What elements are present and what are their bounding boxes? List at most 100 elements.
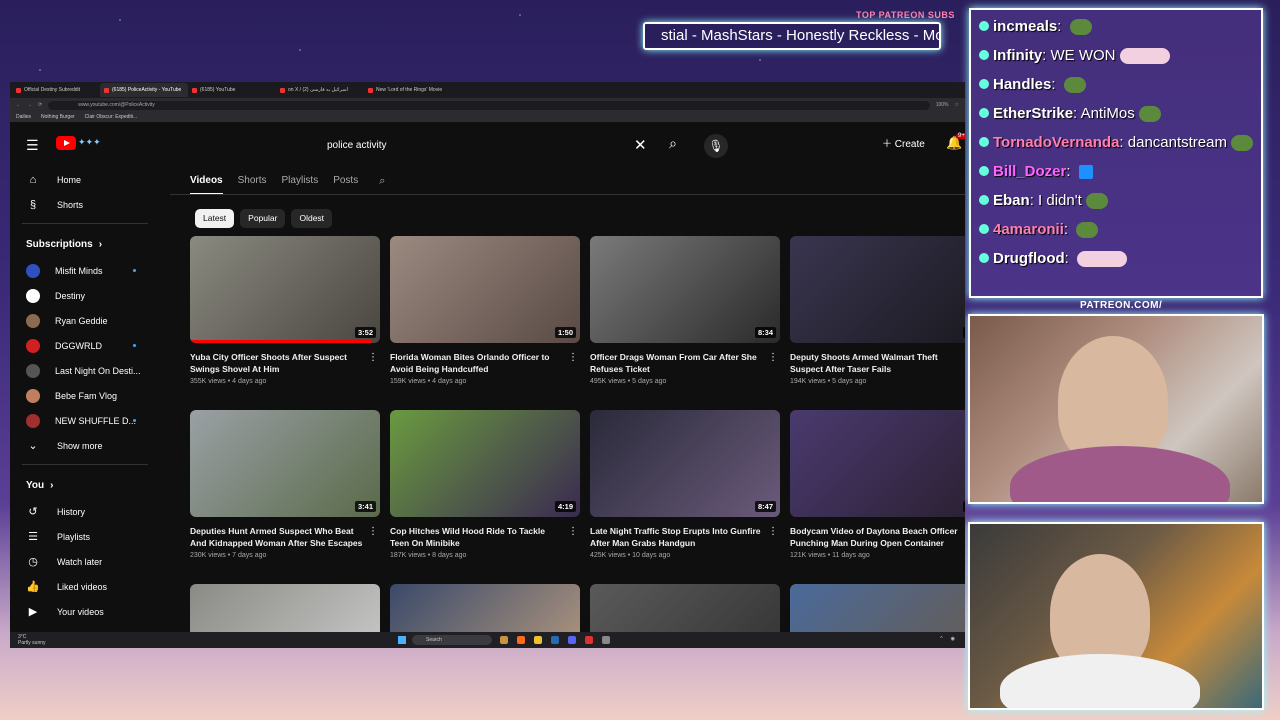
sidebar-item-you[interactable]: ◷ Watch later bbox=[10, 549, 160, 574]
video-title[interactable]: Officer Drags Woman From Car After She R… bbox=[590, 351, 766, 375]
sidebar-subscription[interactable]: DGGWRLD bbox=[10, 333, 160, 358]
video-thumbnail[interactable]: 1:50 bbox=[390, 236, 580, 343]
browser-tab[interactable]: Official Destiny Subreddit bbox=[12, 83, 100, 97]
more-options-icon[interactable]: ⋮ bbox=[768, 526, 778, 537]
tray-chevron-icon[interactable]: ^ bbox=[940, 636, 942, 642]
video-title[interactable]: Cop Hitches Wild Hood Ride To Tackle Tee… bbox=[390, 525, 566, 549]
more-options-icon[interactable]: ⋮ bbox=[368, 526, 378, 537]
video-title[interactable]: Deputy Shoots Armed Walmart Theft Suspec… bbox=[790, 351, 965, 375]
microphone-icon[interactable]: 🎙 bbox=[704, 134, 728, 158]
menu-icon[interactable]: ☰ bbox=[26, 137, 39, 154]
sidebar-subscription[interactable]: Last Night On Desti... bbox=[10, 358, 160, 383]
taskbar-search[interactable]: Search bbox=[412, 635, 492, 645]
network-icon[interactable]: ◉ bbox=[951, 636, 955, 642]
chip-oldest[interactable]: Oldest bbox=[291, 209, 333, 228]
sidebar-item-you[interactable]: ▶ Your videos bbox=[10, 599, 160, 624]
sidebar-item-home[interactable]: ⌂ Home bbox=[10, 167, 160, 192]
video-title[interactable]: Late Night Traffic Stop Erupts Into Gunf… bbox=[590, 525, 766, 549]
tab-playlists[interactable]: Playlists bbox=[282, 175, 319, 195]
video-thumbnail[interactable]: 4:19 bbox=[390, 410, 580, 517]
show-more-button[interactable]: ⌄ Show more bbox=[10, 433, 160, 458]
search-box[interactable]: police activity ✕ bbox=[318, 134, 658, 158]
video-title[interactable]: Yuba City Officer Shoots After Suspect S… bbox=[190, 351, 366, 375]
chat-separator: : bbox=[1063, 221, 1073, 238]
create-button[interactable]: ＋ Create bbox=[882, 135, 925, 155]
sidebar-subscription[interactable]: Misfit Minds bbox=[10, 258, 160, 283]
more-options-icon[interactable]: ⋮ bbox=[368, 352, 378, 363]
obs-icon[interactable] bbox=[585, 636, 593, 644]
video-title[interactable]: Bodycam Video of Daytona Beach Officer P… bbox=[790, 525, 965, 549]
channel-search-icon[interactable]: ⌕ bbox=[379, 175, 385, 195]
video-title[interactable]: Florida Woman Bites Orlando Officer to A… bbox=[390, 351, 566, 375]
search-icon[interactable]: ⌕ bbox=[662, 135, 684, 157]
bookmark-star-icon[interactable]: ☆ bbox=[955, 102, 959, 108]
more-options-icon[interactable]: ⋮ bbox=[768, 352, 778, 363]
chat-badge-icon bbox=[979, 108, 989, 118]
back-icon[interactable]: ← bbox=[16, 102, 21, 108]
sidebar-item-you[interactable]: 👍 Liked videos bbox=[10, 574, 160, 599]
chat-username: Infinity bbox=[993, 47, 1043, 64]
video-card[interactable]: 1:50 Florida Woman Bites Orlando Officer … bbox=[390, 236, 580, 385]
youtube-logo-icon[interactable] bbox=[56, 136, 76, 150]
video-thumbnail[interactable]: 3:41 bbox=[190, 410, 380, 517]
browser-tab[interactable]: (6185) YouTube bbox=[188, 83, 276, 97]
search-input[interactable]: police activity bbox=[327, 140, 386, 151]
zoom-indicator[interactable]: 100% bbox=[936, 102, 949, 108]
clear-search-icon[interactable]: ✕ bbox=[634, 136, 647, 154]
firefox-icon[interactable] bbox=[517, 636, 525, 644]
sidebar-item-label: Home bbox=[57, 174, 82, 185]
sidebar-item-shorts[interactable]: § Shorts bbox=[10, 192, 160, 217]
video-title[interactable]: Deputies Hunt Armed Suspect Who Beat And… bbox=[190, 525, 366, 549]
weather-widget[interactable]: 3°C Partly sunny bbox=[18, 634, 46, 646]
video-thumbnail[interactable]: 8:34 bbox=[590, 236, 780, 343]
video-card[interactable]: 8:47 Late Night Traffic Stop Erupts Into … bbox=[590, 410, 780, 559]
bookmark-item[interactable]: Clair Obscur: Expediti... bbox=[85, 114, 138, 120]
logo-doodle-icon: ✦✦✦ bbox=[78, 137, 101, 147]
discord-icon[interactable] bbox=[568, 636, 576, 644]
browser-tab[interactable]: New 'Lord of the Rings' Movie bbox=[364, 83, 452, 97]
sidebar-item-you[interactable]: ↺ History bbox=[10, 499, 160, 524]
subscriptions-header[interactable]: Subscriptions › bbox=[10, 230, 160, 258]
video-card[interactable]: 4: Deputy Shoots Armed Walmart Theft Susp… bbox=[790, 236, 965, 385]
sidebar-subscription[interactable]: NEW SHUFFLE D... bbox=[10, 408, 160, 433]
video-card[interactable]: 3:41 Deputies Hunt Armed Suspect Who Beat… bbox=[190, 410, 380, 559]
sidebar-subscription[interactable]: Ryan Geddie bbox=[10, 308, 160, 333]
file-explorer-icon[interactable] bbox=[500, 636, 508, 644]
browser-tab[interactable]: on X / اسرائیل به فارسی (2) bbox=[276, 83, 364, 97]
video-thumbnail[interactable]: 5: bbox=[790, 410, 965, 517]
more-options-icon[interactable]: ⋮ bbox=[568, 352, 578, 363]
steam-icon[interactable] bbox=[551, 636, 559, 644]
video-card[interactable]: 4:19 Cop Hitches Wild Hood Ride To Tackle… bbox=[390, 410, 580, 559]
video-meta: 230K views • 7 days ago bbox=[190, 552, 380, 559]
video-card[interactable]: 8:34 Officer Drags Woman From Car After S… bbox=[590, 236, 780, 385]
video-card[interactable]: 3:52 Yuba City Officer Shoots After Suspe… bbox=[190, 236, 380, 385]
bookmark-item[interactable]: Nothing Burger bbox=[41, 114, 75, 120]
reload-icon[interactable]: ⟳ bbox=[38, 102, 42, 108]
browser-tab[interactable]: (6185) PoliceActivity - YouTube bbox=[100, 83, 188, 97]
address-input[interactable]: www.youtube.com/@PoliceActivity bbox=[48, 100, 930, 110]
chip-popular[interactable]: Popular bbox=[240, 209, 286, 228]
sidebar-subscription[interactable]: Destiny bbox=[10, 283, 160, 308]
folder-icon[interactable] bbox=[534, 636, 542, 644]
tab-videos[interactable]: Videos bbox=[190, 175, 223, 195]
app-icon[interactable] bbox=[602, 636, 610, 644]
taskbar-apps bbox=[500, 636, 610, 644]
you-header[interactable]: You › bbox=[10, 471, 160, 499]
tab-shorts[interactable]: Shorts bbox=[238, 175, 267, 195]
sidebar-subscription[interactable]: Bebe Fam Vlog bbox=[10, 383, 160, 408]
video-age: 4 days ago bbox=[232, 378, 267, 385]
windows-start-icon[interactable] bbox=[398, 636, 406, 644]
video-card[interactable]: 5: Bodycam Video of Daytona Beach Officer… bbox=[790, 410, 965, 559]
video-thumbnail[interactable]: 3:52 bbox=[190, 236, 380, 343]
channel-tabs: Videos Shorts Playlists Posts ⌕ bbox=[190, 175, 385, 195]
sidebar-item-you[interactable]: ☰ Playlists bbox=[10, 524, 160, 549]
chat-message: Infinity: WE WON bbox=[979, 41, 1253, 70]
more-options-icon[interactable]: ⋮ bbox=[568, 526, 578, 537]
bookmark-item[interactable]: Dailies bbox=[16, 114, 31, 120]
tab-posts[interactable]: Posts bbox=[333, 175, 358, 195]
chip-latest[interactable]: Latest bbox=[195, 209, 235, 228]
video-thumbnail[interactable]: 8:47 bbox=[590, 410, 780, 517]
forward-icon[interactable]: → bbox=[27, 102, 32, 108]
video-thumbnail[interactable]: 4: bbox=[790, 236, 965, 343]
video-meta: 425K views • 10 days ago bbox=[590, 552, 780, 559]
